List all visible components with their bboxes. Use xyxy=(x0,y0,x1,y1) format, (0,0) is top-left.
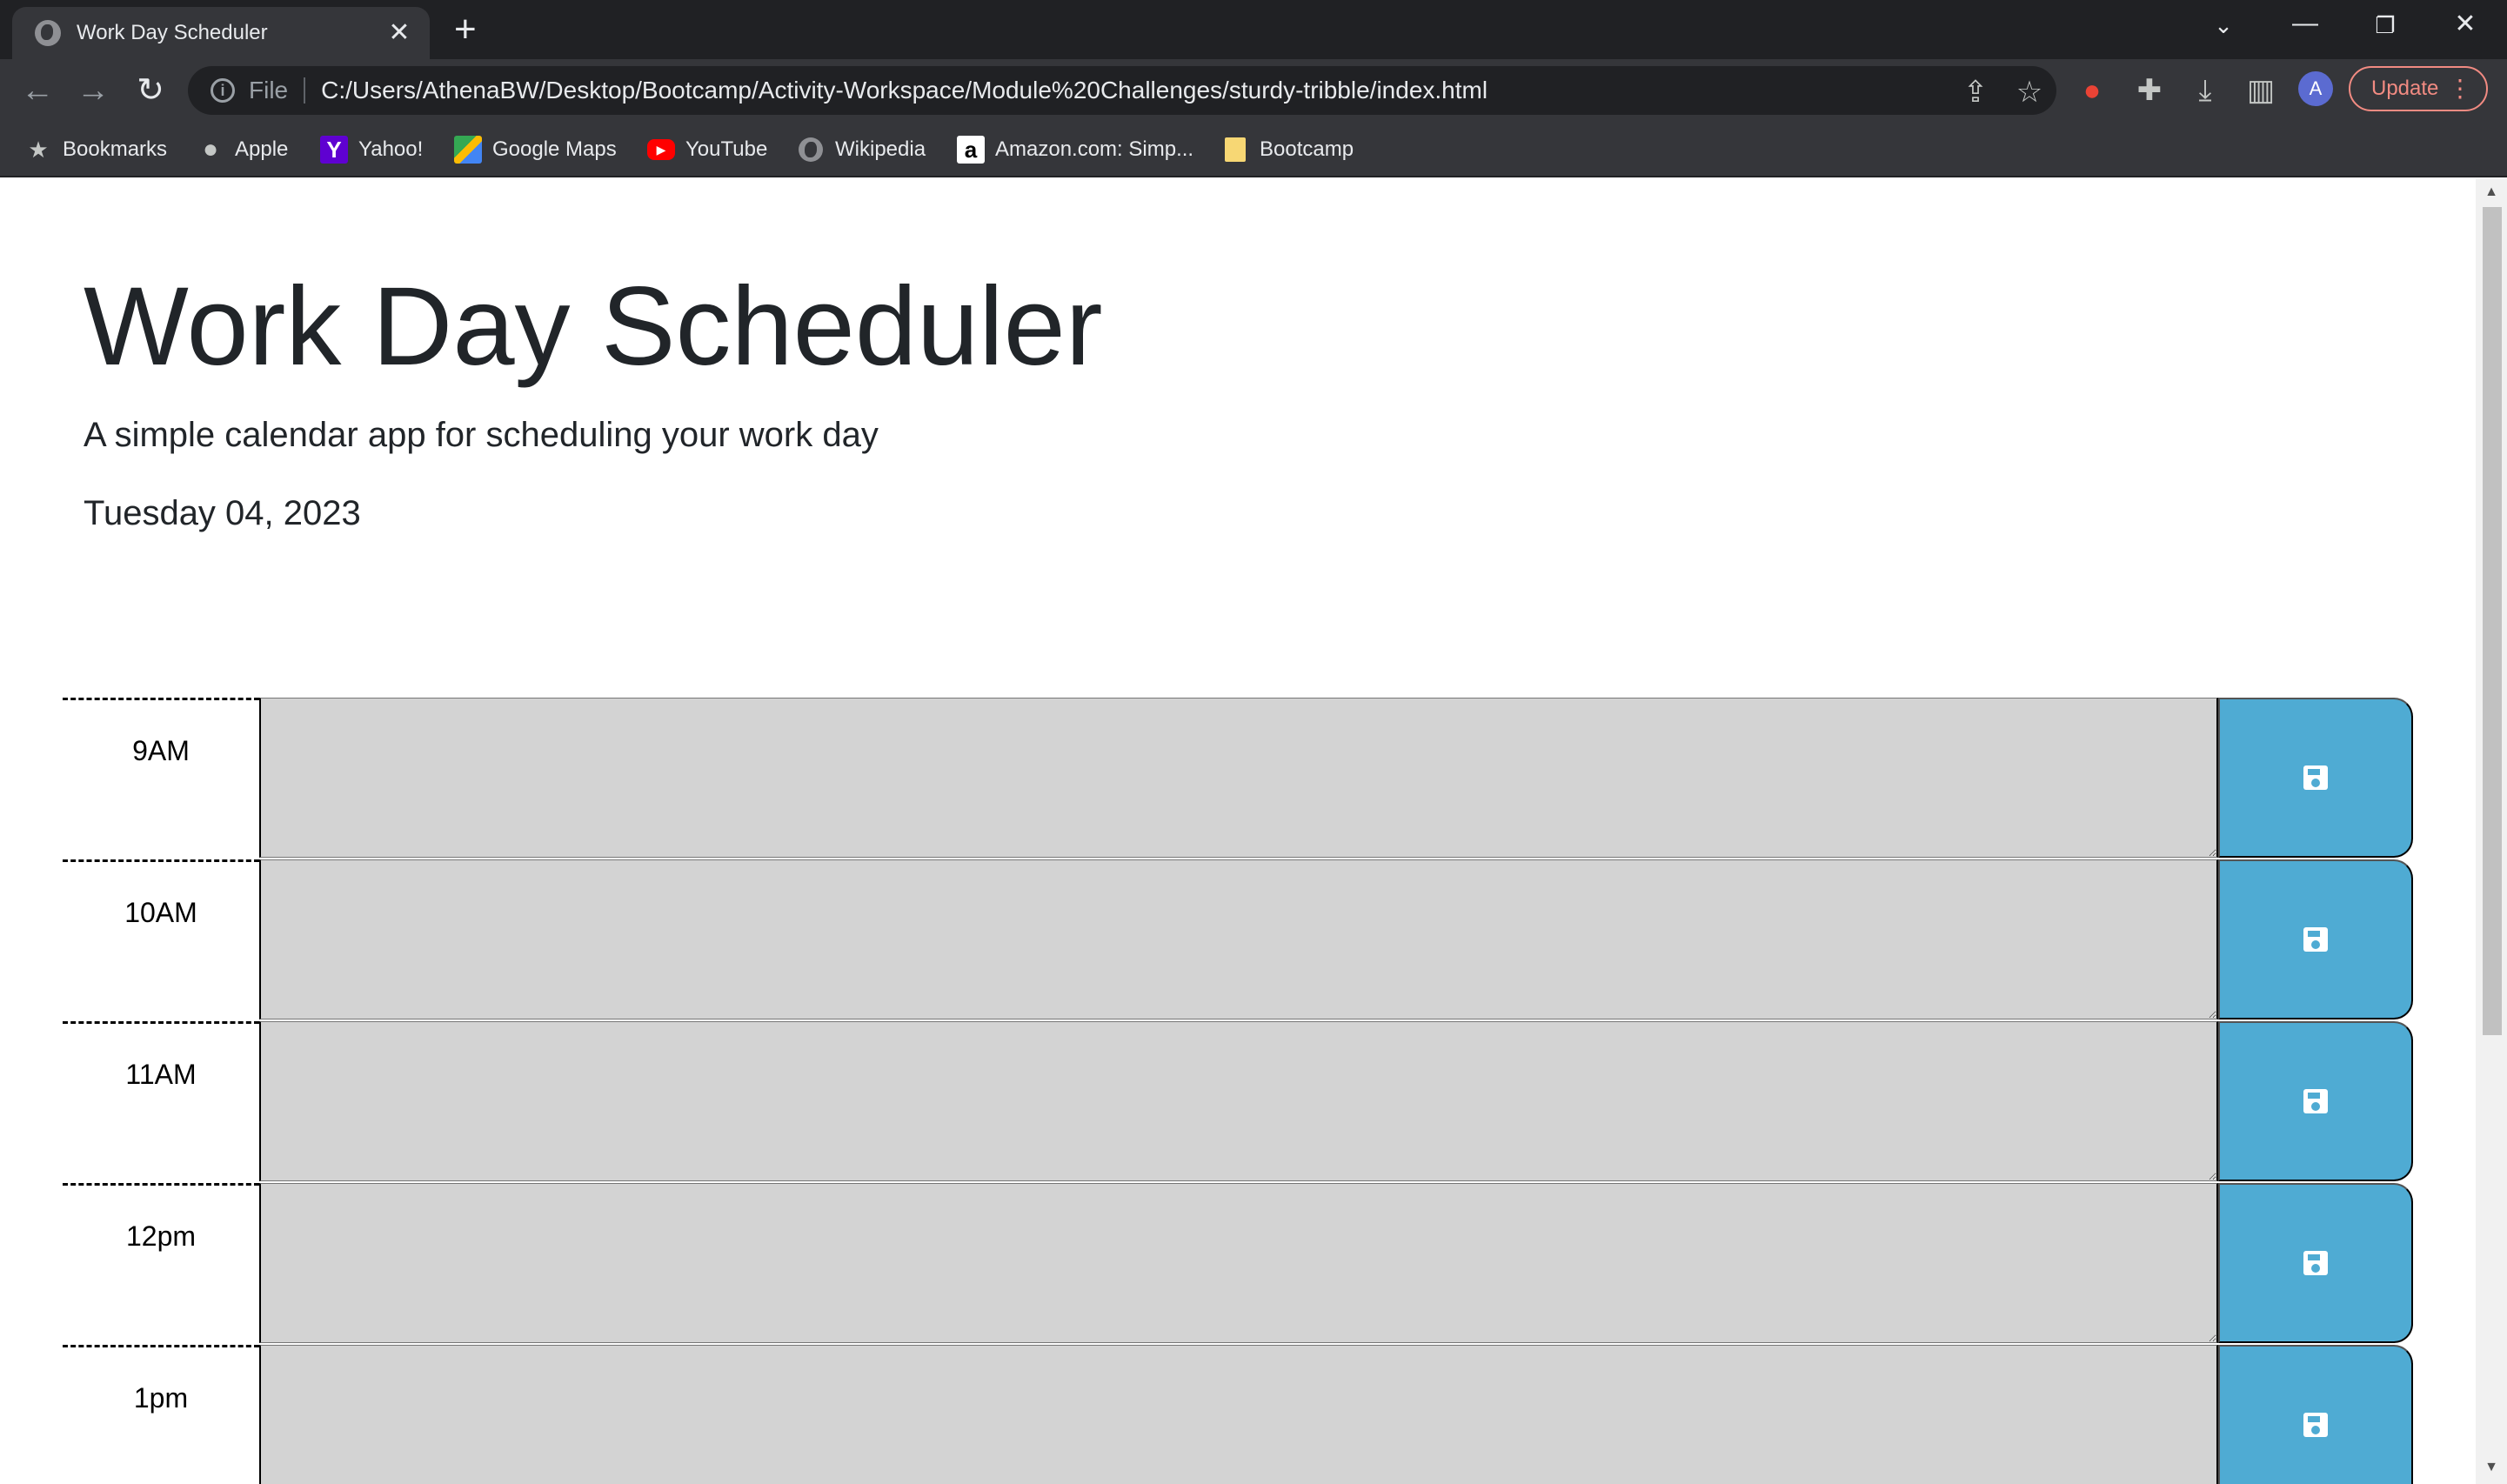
apple-icon: ● xyxy=(202,135,219,164)
bookmark-wikipedia[interactable]: Wikipedia xyxy=(797,132,926,167)
star-icon: ★ xyxy=(28,136,49,163)
page-title: Work Day Scheduler xyxy=(84,264,1103,389)
side-panel-icon[interactable]: ▥ xyxy=(2239,75,2283,106)
scroll-down-arrow-icon[interactable]: ▼ xyxy=(2476,1460,2507,1475)
bookmark-label: Wikipedia xyxy=(835,137,926,161)
new-tab-button[interactable]: + xyxy=(454,10,477,49)
save-button[interactable] xyxy=(2218,1345,2413,1484)
save-button[interactable] xyxy=(2218,1183,2413,1343)
hour-label: 1pm xyxy=(63,1345,259,1484)
save-button[interactable] xyxy=(2218,1021,2413,1181)
download-icon[interactable]: ⤓ xyxy=(2183,75,2227,106)
event-description-input[interactable] xyxy=(259,859,2218,1019)
scrollbar-thumb[interactable] xyxy=(2483,207,2502,1035)
share-icon[interactable]: ⇪ xyxy=(1954,75,1997,110)
bookmark-star-icon[interactable]: ☆ xyxy=(2008,75,2051,110)
event-description-input[interactable] xyxy=(259,1021,2218,1181)
bookmark-label: Bootcamp xyxy=(1260,137,1354,161)
omnibox-divider xyxy=(304,77,306,104)
bookmark-label: YouTube xyxy=(685,137,768,161)
save-button[interactable] xyxy=(2218,859,2413,1019)
save-button[interactable] xyxy=(2218,698,2413,858)
current-day: Tuesday 04, 2023 xyxy=(84,494,361,532)
save-icon xyxy=(2303,765,2328,790)
event-description-input[interactable] xyxy=(259,698,2218,858)
bookmark-label: Bookmarks xyxy=(63,137,168,161)
hour-label: 12pm xyxy=(63,1183,259,1345)
bookmark-google-maps[interactable]: Google Maps xyxy=(454,132,617,167)
youtube-icon: ▶ xyxy=(647,139,675,160)
bookmark-bootcamp-folder[interactable]: Bootcamp xyxy=(1221,132,1354,167)
time-block: 9AM xyxy=(63,698,2413,859)
time-block: 1pm xyxy=(63,1345,2413,1484)
hour-label: 11AM xyxy=(63,1021,259,1183)
google-maps-icon xyxy=(454,136,482,164)
restore-icon[interactable]: ❐ xyxy=(2359,12,2411,39)
reload-icon[interactable]: ↻ xyxy=(129,71,172,110)
scroll-up-arrow-icon[interactable]: ▲ xyxy=(2476,184,2507,200)
save-icon xyxy=(2303,1251,2328,1275)
hour-label: 10AM xyxy=(63,859,259,1021)
save-icon xyxy=(2303,1089,2328,1113)
vertical-scrollbar[interactable]: ▲ ▼ xyxy=(2476,179,2507,1484)
url-text[interactable]: C:/Users/AthenaBW/Desktop/Bootcamp/Activ… xyxy=(321,77,1487,104)
menu-dots-icon[interactable]: ⋮ xyxy=(2448,75,2472,103)
globe-icon xyxy=(35,20,61,46)
bookmark-yahoo[interactable]: Y Yahoo! xyxy=(320,132,423,167)
tab-title: Work Day Scheduler xyxy=(77,21,268,44)
time-block: 12pm xyxy=(63,1183,2413,1345)
save-icon xyxy=(2303,1413,2328,1437)
hour-label: 9AM xyxy=(63,698,259,859)
bookmark-label: Google Maps xyxy=(492,137,617,161)
page-lead: A simple calendar app for scheduling you… xyxy=(84,416,879,454)
time-block: 10AM xyxy=(63,859,2413,1021)
close-tab-icon[interactable]: ✕ xyxy=(384,20,414,46)
bookmark-label: Yahoo! xyxy=(358,137,424,161)
bookmark-label: Amazon.com: Simp... xyxy=(995,137,1194,161)
back-arrow-icon[interactable]: ← xyxy=(16,71,59,110)
address-bar[interactable]: i File C:/Users/AthenaBW/Desktop/Bootcam… xyxy=(188,66,2056,115)
extensions-puzzle-icon[interactable]: ✚ xyxy=(2128,75,2171,106)
file-scheme-label: File xyxy=(249,77,289,104)
minimize-icon[interactable]: — xyxy=(2279,9,2331,38)
browser-toolbar: ← → ↻ i File C:/Users/AthenaBW/Desktop/B… xyxy=(0,59,2507,122)
bookmark-youtube[interactable]: ▶ YouTube xyxy=(647,132,767,167)
globe-icon xyxy=(797,136,825,164)
bookmark-apple[interactable]: ● Apple xyxy=(197,132,288,167)
window-close-icon[interactable]: ✕ xyxy=(2439,9,2491,39)
page-content: Work Day Scheduler A simple calendar app… xyxy=(0,179,2476,1484)
update-button[interactable]: Update ⋮ xyxy=(2349,66,2488,111)
forward-arrow-icon[interactable]: → xyxy=(71,71,115,110)
save-icon xyxy=(2303,927,2328,952)
browser-tab[interactable]: Work Day Scheduler ✕ xyxy=(12,7,430,59)
update-label: Update xyxy=(2371,77,2439,100)
extension-record-icon[interactable]: ● xyxy=(2070,75,2114,106)
time-block: 11AM xyxy=(63,1021,2413,1183)
tab-search-chevron-icon[interactable]: ⌄ xyxy=(2197,12,2250,39)
event-description-input[interactable] xyxy=(259,1183,2218,1343)
bookmark-bookmarks[interactable]: ★ Bookmarks xyxy=(24,132,167,167)
bookmark-label: Apple xyxy=(235,137,289,161)
event-description-input[interactable] xyxy=(259,1345,2218,1484)
profile-avatar[interactable]: A xyxy=(2298,71,2333,106)
browser-tab-strip: Work Day Scheduler ✕ + ⌄ — ❐ ✕ xyxy=(0,0,2507,59)
info-icon[interactable]: i xyxy=(211,78,235,103)
bookmarks-bar: ★ Bookmarks ● Apple Y Yahoo! Google Maps… xyxy=(0,122,2507,177)
bookmark-amazon[interactable]: a Amazon.com: Simp... xyxy=(957,132,1193,167)
amazon-icon: a xyxy=(957,136,985,164)
folder-icon xyxy=(1221,136,1249,164)
yahoo-icon: Y xyxy=(320,136,348,164)
